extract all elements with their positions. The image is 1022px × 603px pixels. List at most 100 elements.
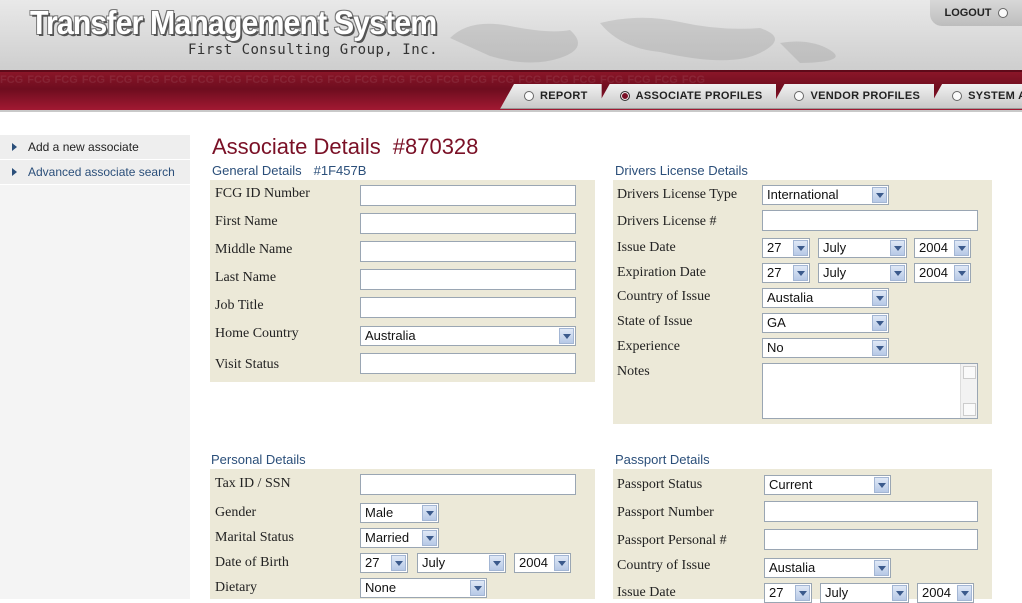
tab-associate-profiles[interactable]: ASSOCIATE PROFILES [595, 84, 777, 109]
main-nav: REPORT ASSOCIATE PROFILES VENDOR PROFILE… [500, 84, 1022, 109]
selected-value: International [767, 187, 839, 202]
chevron-down-icon[interactable] [391, 555, 406, 571]
chevron-down-icon[interactable] [954, 265, 969, 281]
home-country-label: Home Country [215, 326, 299, 341]
chevron-down-icon[interactable] [793, 240, 808, 256]
passport-issue-month-select[interactable]: July [820, 583, 909, 603]
marital-status-select[interactable]: Married [360, 528, 439, 548]
passport-issue-year-select[interactable]: 2004 [917, 583, 974, 603]
license-country-select[interactable]: Austalia [762, 288, 889, 308]
middle-name-label: Middle Name [215, 242, 293, 257]
selected-value: July [825, 585, 849, 600]
passport-number-input[interactable] [764, 501, 978, 522]
chevron-down-icon[interactable] [874, 477, 889, 493]
tax-id-input[interactable] [360, 474, 576, 495]
chevron-down-icon[interactable] [872, 187, 887, 203]
license-type-select[interactable]: International [762, 185, 889, 205]
app-header: Transfer Management System First Consult… [0, 0, 1022, 112]
scroll-down-icon[interactable] [963, 403, 976, 416]
license-type-label: Drivers License Type [617, 187, 738, 202]
selected-value: Australia [365, 328, 416, 343]
tab-report[interactable]: REPORT [500, 84, 602, 109]
passport-status-select[interactable]: Current [764, 475, 891, 495]
section-title: Passport Details [615, 452, 710, 467]
chevron-down-icon[interactable] [872, 340, 887, 356]
expiry-month-select[interactable]: July [818, 263, 907, 283]
state-of-issue-label: State of Issue [617, 314, 693, 329]
chevron-down-icon[interactable] [554, 555, 569, 571]
issue-month-select[interactable]: July [818, 238, 907, 258]
chevron-down-icon[interactable] [489, 555, 504, 571]
sidebar-item-label: Advanced associate search [28, 165, 175, 179]
selected-value: None [365, 580, 397, 595]
selected-value: Married [365, 530, 410, 545]
passport-country-label: Country of Issue [617, 558, 711, 573]
app-title: Transfer Management System [30, 4, 437, 41]
sidebar-item-advanced-search[interactable]: Advanced associate search [0, 160, 190, 185]
passport-details-heading: Passport Details [615, 452, 710, 467]
selected-value: July [823, 240, 847, 255]
chevron-down-icon[interactable] [422, 530, 437, 546]
expiration-date-label: Expiration Date [617, 265, 707, 280]
chevron-down-icon[interactable] [954, 240, 969, 256]
notes-scrollbar[interactable] [960, 364, 977, 418]
fcg-id-input[interactable] [360, 185, 576, 206]
page-title-text: Associate Details [212, 134, 381, 159]
logout-button[interactable]: LOGOUT [930, 0, 1022, 26]
last-name-label: Last Name [215, 270, 277, 285]
job-title-input[interactable] [360, 297, 576, 318]
personal-details-panel: Tax ID / SSN Gender Male Marital Status … [210, 469, 595, 599]
chevron-down-icon[interactable] [872, 315, 887, 331]
chevron-down-icon[interactable] [422, 505, 437, 521]
radio-dot-icon [794, 91, 805, 101]
visit-status-input[interactable] [360, 353, 576, 374]
chevron-down-icon[interactable] [874, 560, 889, 576]
selected-value: 27 [365, 555, 380, 570]
last-name-input[interactable] [360, 269, 576, 290]
page-title: Associate Details #870328 [212, 134, 478, 160]
passport-personal-input[interactable] [764, 529, 978, 550]
passport-country-select[interactable]: Austalia [764, 558, 891, 578]
tab-system-admin[interactable]: SYSTEM ADMIN [928, 84, 1022, 109]
chevron-down-icon[interactable] [470, 580, 485, 596]
scroll-up-icon[interactable] [963, 366, 976, 379]
world-map-graphic [450, 17, 836, 63]
chevron-down-icon[interactable] [872, 290, 887, 306]
notes-label: Notes [617, 364, 650, 379]
license-number-label: Drivers License # [617, 214, 717, 229]
notes-textarea[interactable] [762, 363, 978, 419]
radio-dot-selected-icon [619, 91, 630, 101]
chevron-down-icon[interactable] [793, 265, 808, 281]
expiry-year-select[interactable]: 2004 [914, 263, 971, 283]
sidebar: Add a new associate Advanced associate s… [0, 135, 190, 599]
middle-name-input[interactable] [360, 241, 576, 262]
issue-year-select[interactable]: 2004 [914, 238, 971, 258]
logout-label: LOGOUT [944, 7, 992, 19]
selected-value: 27 [769, 585, 784, 600]
passport-issue-day-select[interactable]: 27 [764, 583, 812, 603]
country-of-issue-label: Country of Issue [617, 289, 711, 304]
home-country-select[interactable]: Australia [360, 326, 576, 346]
passport-personal-label: Passport Personal # [617, 533, 727, 548]
chevron-down-icon[interactable] [559, 328, 574, 344]
experience-select[interactable]: No [762, 338, 889, 358]
chevron-down-icon[interactable] [890, 265, 905, 281]
gender-select[interactable]: Male [360, 503, 439, 523]
sidebar-item-add-associate[interactable]: Add a new associate [0, 135, 190, 160]
license-state-select[interactable]: GA [762, 313, 889, 333]
section-title: Personal Details [211, 452, 306, 467]
app-subtitle: First Consulting Group, Inc. [188, 42, 439, 58]
tab-vendor-profiles[interactable]: VENDOR PROFILES [770, 84, 935, 109]
license-number-input[interactable] [762, 210, 978, 231]
dietary-select[interactable]: None [360, 578, 487, 598]
selected-value: 2004 [519, 555, 548, 570]
dob-day-select[interactable]: 27 [360, 553, 408, 573]
expiry-day-select[interactable]: 27 [762, 263, 810, 283]
selected-value: 27 [767, 265, 782, 280]
tab-label: ASSOCIATE PROFILES [635, 90, 763, 102]
chevron-down-icon[interactable] [890, 240, 905, 256]
dob-year-select[interactable]: 2004 [514, 553, 571, 573]
issue-day-select[interactable]: 27 [762, 238, 810, 258]
dob-month-select[interactable]: July [417, 553, 506, 573]
first-name-input[interactable] [360, 213, 576, 234]
